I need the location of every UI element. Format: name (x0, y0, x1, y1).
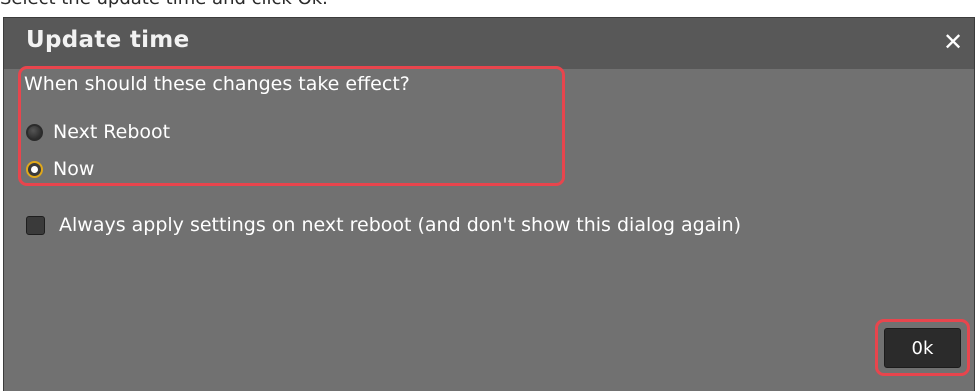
instruction-caption: Select the update time and click Ok. (0, 0, 328, 10)
always-apply-label: Always apply settings on next reboot (an… (59, 214, 742, 236)
dialog-titlebar: Update time ✕ (4, 18, 974, 69)
radio-next-reboot[interactable]: Next Reboot (26, 119, 170, 145)
radio-now[interactable]: Now (26, 156, 94, 182)
dialog-title: Update time (26, 27, 190, 53)
checkbox-unchecked-icon[interactable] (26, 215, 45, 235)
radio-label-now: Now (53, 158, 95, 180)
radio-unchecked-icon[interactable] (26, 123, 43, 141)
close-icon[interactable]: ✕ (940, 27, 966, 57)
radio-checked-icon[interactable] (26, 160, 43, 178)
always-apply-checkbox-row[interactable]: Always apply settings on next reboot (an… (26, 211, 741, 239)
effect-question: When should these changes take effect? (24, 73, 410, 95)
radio-label-next-reboot: Next Reboot (53, 121, 171, 143)
ok-button[interactable]: 0k (884, 328, 961, 368)
